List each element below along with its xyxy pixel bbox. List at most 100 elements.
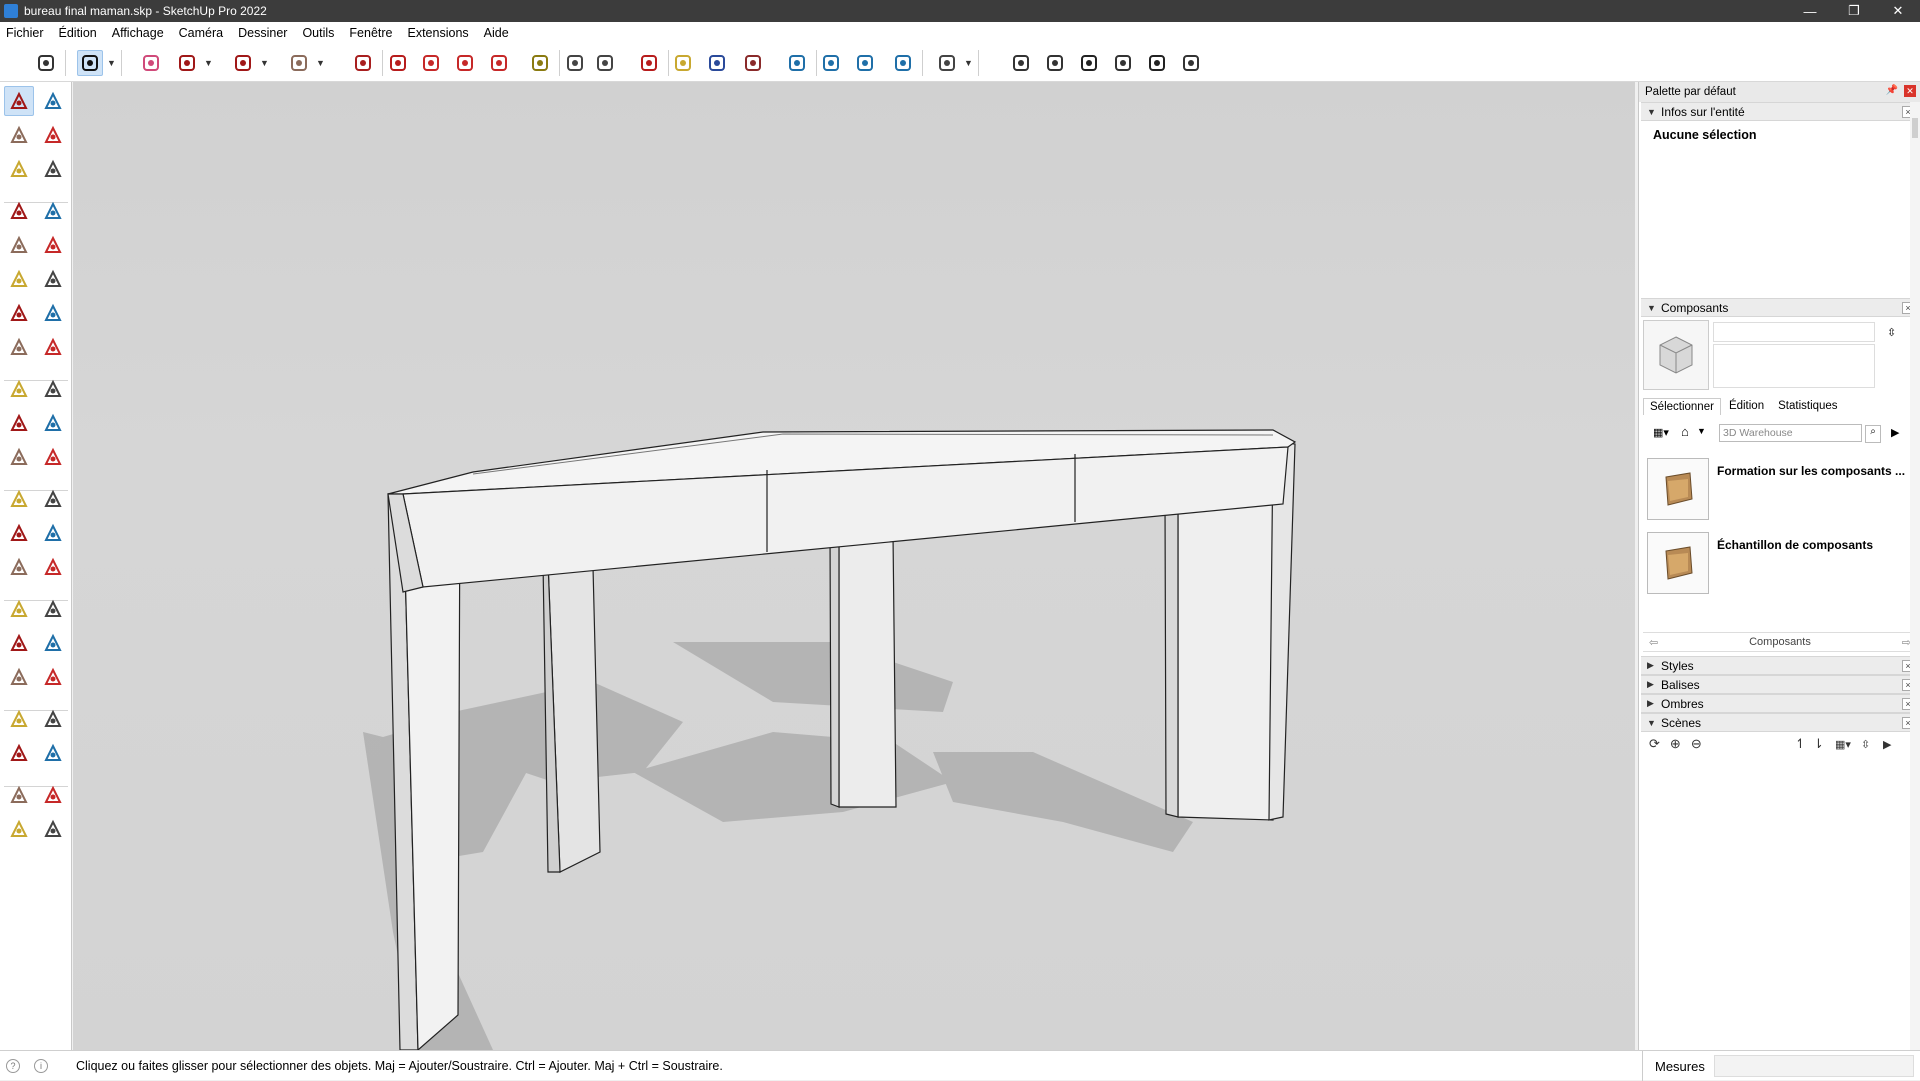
pan-icon[interactable] [670,50,696,76]
protractor-icon[interactable] [4,518,34,548]
pan-icon[interactable] [38,594,68,624]
minimize-button[interactable]: — [1788,0,1832,22]
tape-measure-icon[interactable] [527,50,553,76]
polygon-icon[interactable] [38,264,68,294]
menu-affichage[interactable]: Affichage [112,26,164,40]
tab-edition[interactable]: Édition [1723,398,1770,415]
rectangle-icon[interactable] [4,230,34,260]
refresh-icon[interactable]: ⟳ [1649,736,1660,752]
tray-close-button[interactable]: ✕ [1904,85,1916,97]
sandbox-contours-icon[interactable] [4,780,34,810]
tag-icon[interactable] [38,154,68,184]
previous-view-icon[interactable] [38,662,68,692]
text-icon[interactable] [562,50,588,76]
two-point-arc-icon[interactable] [38,298,68,328]
dropdown-arrow-icon[interactable]: ▼ [107,58,116,68]
look-around-icon[interactable] [38,704,68,734]
geo-location-icon[interactable]: ? [6,1058,20,1073]
rotate-icon[interactable] [4,408,34,438]
warehouse-search-input[interactable]: 3D Warehouse [1719,424,1862,442]
zoom-extents-icon[interactable] [740,50,766,76]
dropdown-arrow-icon[interactable]: ▼ [260,58,269,68]
navigate-dropdown-icon[interactable]: ▼ [1697,426,1706,436]
tape-measure-icon[interactable] [4,484,34,514]
push-pull-icon[interactable] [38,374,68,404]
right-view-icon[interactable] [1144,50,1170,76]
ombres-header[interactable]: ▶ Ombres × [1641,694,1918,713]
zoom-extents-icon[interactable] [4,662,34,692]
tab-selectionner[interactable]: Sélectionner [1643,398,1721,415]
scenes-header[interactable]: ▼ Scènes × [1641,713,1918,732]
menu-fenetre[interactable]: Fenêtre [349,26,392,40]
search-icon[interactable]: ⌕ [1865,425,1881,443]
rotate-icon[interactable] [452,50,478,76]
section-plane-icon[interactable] [38,738,68,768]
tray-scrollbar[interactable] [1910,102,1920,1050]
view-options-icon[interactable]: ▦▾ [1835,738,1851,751]
push-pull-icon[interactable] [350,50,376,76]
scrollbar-thumb[interactable] [1912,118,1918,138]
select-icon[interactable] [77,50,103,76]
maximize-button[interactable]: ❐ [1832,0,1876,22]
offset-icon[interactable] [38,442,68,472]
dropdown-arrow-icon[interactable]: ▼ [316,58,325,68]
component-name-field[interactable] [1713,322,1875,342]
drawing-viewport[interactable] [73,82,1635,1050]
rotated-rectangle-icon[interactable] [38,230,68,260]
menu-outils[interactable]: Outils [302,26,334,40]
sandbox-drape-icon[interactable] [890,50,916,76]
move-up-icon[interactable]: ↿ [1795,736,1806,752]
menu-extensions[interactable]: Extensions [408,26,469,40]
follow-me-icon[interactable] [385,50,411,76]
menu-camera[interactable]: Caméra [179,26,223,40]
sandbox-icon[interactable] [784,50,810,76]
component-description-field[interactable] [1713,344,1875,388]
components-header[interactable]: ▼ Composants × [1641,298,1918,317]
tab-statistiques[interactable]: Statistiques [1772,398,1843,415]
axes-icon[interactable] [4,552,34,582]
circle-icon[interactable] [4,264,34,294]
styles-header[interactable]: ▶ Styles × [1641,656,1918,675]
sandbox-smoove-icon[interactable] [4,814,34,844]
pin-icon[interactable]: 📌 [1886,85,1898,96]
menu-edition[interactable]: Édition [59,26,97,40]
list-item[interactable]: Échantillon de composants [1647,532,1917,602]
scale-icon[interactable] [4,442,34,472]
profile-icon[interactable] [934,50,960,76]
zoom-window-icon[interactable] [38,628,68,658]
zoom-icon[interactable] [704,50,730,76]
component-icon[interactable] [4,154,34,184]
arc-icon[interactable] [4,298,34,328]
paint-bucket-icon[interactable] [4,120,34,150]
move-icon[interactable] [4,374,34,404]
add-scene-icon[interactable]: ⊕ [1670,736,1681,752]
back-arrow-icon[interactable]: ⇦ [1649,636,1658,649]
dimension-icon[interactable] [38,484,68,514]
dropdown-arrow-icon[interactable]: ▼ [964,58,973,68]
line-icon[interactable] [4,196,34,226]
iso-view-icon[interactable] [1008,50,1034,76]
view-options-icon[interactable]: ▦▾ [1653,426,1669,439]
walk-icon[interactable] [4,738,34,768]
balises-header[interactable]: ▶ Balises × [1641,675,1918,694]
details-icon[interactable]: ⇳ [1887,326,1896,339]
orbit-icon[interactable] [4,594,34,624]
move-icon[interactable] [418,50,444,76]
rectangle-icon[interactable] [286,50,312,76]
menu-fichier[interactable]: Fichier [6,26,44,40]
home-view-icon[interactable] [1076,50,1102,76]
details-arrow-icon[interactable]: ▶ [1883,738,1891,751]
sandbox-smoove-icon[interactable] [818,50,844,76]
search-icon[interactable] [33,50,59,76]
measures-input[interactable] [1714,1055,1914,1077]
info-icon[interactable]: i [34,1058,48,1073]
lasso-icon[interactable] [38,86,68,116]
select-icon[interactable] [4,86,34,116]
paint-bucket-icon[interactable] [592,50,618,76]
front-view-icon[interactable] [1042,50,1068,76]
pie-icon[interactable] [38,332,68,362]
arc-icon[interactable] [230,50,256,76]
three-point-arc-icon[interactable] [4,332,34,362]
remove-scene-icon[interactable]: ⊖ [1691,736,1702,752]
menu-dessiner[interactable]: Dessiner [238,26,287,40]
